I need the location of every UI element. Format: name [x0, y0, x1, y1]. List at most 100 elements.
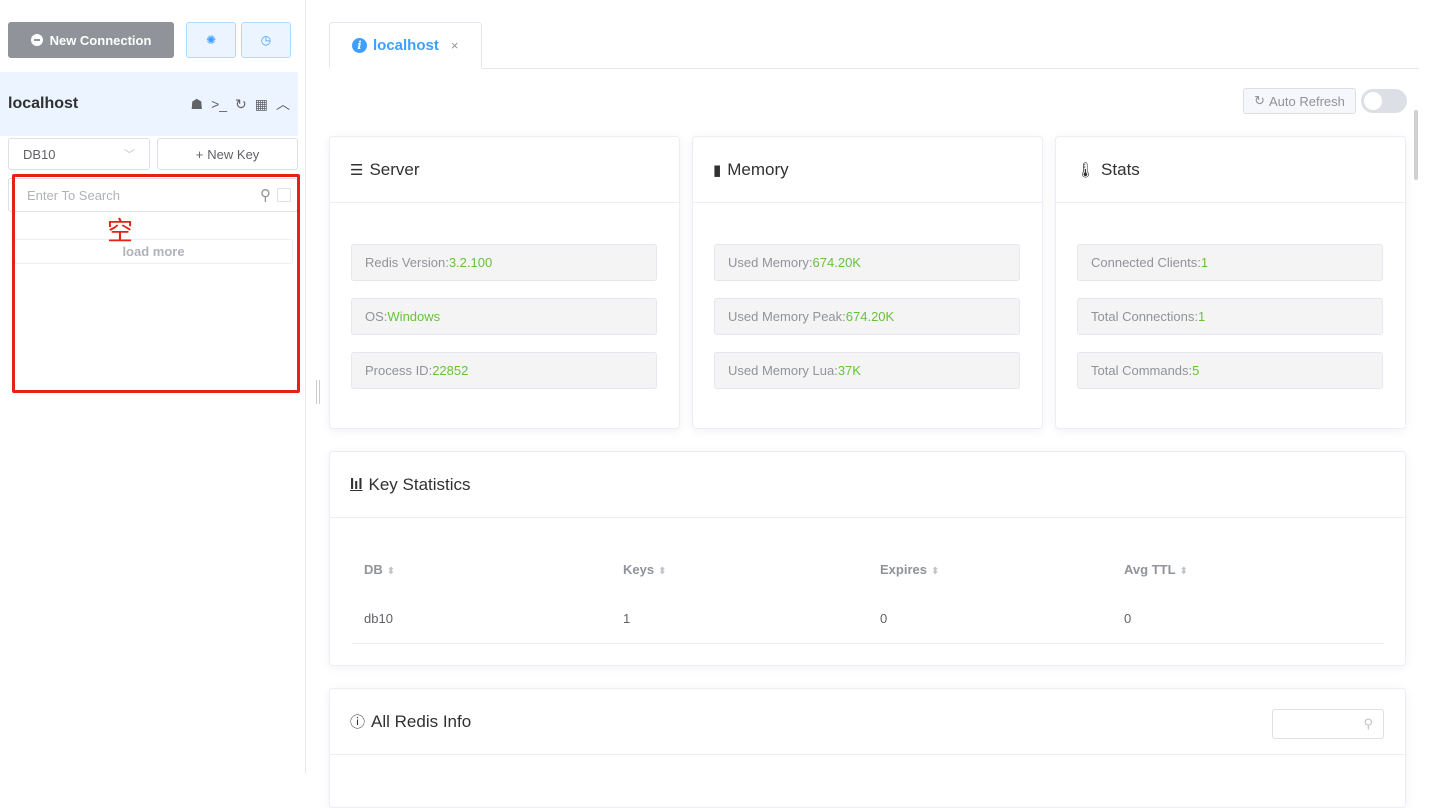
stat-redis-version: Redis Version: 3.2.100	[351, 244, 657, 281]
new-key-button[interactable]: + New Key	[157, 138, 298, 170]
scrollbar[interactable]	[1414, 110, 1418, 180]
sort-icon: ⬍	[930, 565, 940, 577]
stat-value: Windows	[387, 309, 441, 324]
terminal-icon[interactable]: >_	[211, 96, 227, 112]
stats-title: Stats	[1101, 159, 1140, 179]
refresh-icon[interactable]: ↻	[235, 96, 247, 113]
connection-actions: ☗ >_ ↻ ▦ ︿	[191, 94, 291, 114]
search-icon[interactable]: ⚲	[260, 186, 271, 204]
connection-header[interactable]: localhost ☗ >_ ↻ ▦ ︿	[0, 72, 298, 136]
stat-label: Used Memory Lua:	[728, 363, 838, 378]
all-redis-info-card: ⓘ All Redis Info ⚲	[329, 688, 1406, 808]
info-search-input[interactable]: ⚲	[1272, 709, 1384, 739]
server-card: ☰ Server Redis Version: 3.2.100 OS: Wind…	[329, 136, 680, 429]
key-statistics-table: DB ⬍ Keys ⬍ Expires ⬍ Avg TTL ⬍ db10 1 0 0	[352, 544, 1384, 644]
stat-label: Redis Version:	[365, 255, 449, 270]
stat-value: 674.20K	[812, 255, 861, 270]
server-card-header: ☰ Server	[330, 137, 679, 203]
sidebar: New Connection ✺ ◷ localhost ☗ >_ ↻ ▦ ︿ …	[0, 0, 306, 773]
memory-chip-icon: ▮	[713, 161, 722, 179]
bar-chart-icon: lıl	[350, 476, 363, 493]
search-input[interactable]	[27, 187, 260, 203]
server-title: Server	[369, 159, 420, 179]
stat-label: Used Memory Peak:	[728, 309, 846, 324]
stat-label: Total Connections:	[1091, 309, 1198, 324]
sort-icon: ⬍	[386, 565, 396, 577]
empty-annotation: 空	[107, 217, 134, 247]
memory-card: ▮ Memory Used Memory: 674.20K Used Memor…	[692, 136, 1043, 429]
stat-value: 37K	[837, 363, 861, 378]
key-statistics-title: Key Statistics	[368, 474, 471, 494]
load-more-button[interactable]: load more	[14, 239, 293, 264]
stat-value: 1	[1197, 309, 1206, 324]
stat-label: Used Memory:	[728, 255, 813, 270]
stat-process-id: Process ID: 22852	[351, 352, 657, 389]
grid-icon[interactable]: ▦	[255, 96, 268, 113]
history-button[interactable]: ◷	[241, 22, 291, 58]
cell-db: db10	[364, 611, 393, 626]
auto-refresh-toggle[interactable]	[1361, 89, 1407, 113]
stat-total-connections: Total Connections: 1	[1077, 298, 1383, 335]
stat-os: OS: Windows	[351, 298, 657, 335]
sort-icon: ⬍	[1179, 565, 1188, 577]
column-header-avg-ttl[interactable]: Avg TTL ⬍	[1112, 562, 1384, 577]
chevron-up-icon[interactable]: ︿	[276, 94, 290, 114]
pane-resize-handle[interactable]	[316, 380, 320, 404]
key-statistics-header: lıl Key Statistics	[330, 452, 1405, 518]
new-key-label: New Key	[207, 146, 260, 162]
column-label: DB	[364, 561, 383, 577]
home-icon[interactable]: ☗	[191, 96, 204, 113]
close-icon[interactable]: ×	[451, 38, 459, 53]
stat-label: Connected Clients:	[1091, 255, 1201, 270]
stat-label: OS:	[365, 309, 388, 324]
clock-icon: ◷	[260, 33, 272, 47]
all-redis-info-title: All Redis Info	[371, 711, 472, 731]
sort-icon: ⬍	[658, 565, 667, 577]
db-select[interactable]: DB10 ﹀	[8, 138, 150, 170]
settings-button[interactable]: ✺	[186, 22, 236, 58]
toggle-knob	[1364, 92, 1382, 110]
all-redis-info-header: ⓘ All Redis Info	[330, 689, 1405, 755]
stat-value: 3.2.100	[448, 255, 493, 270]
new-connection-button[interactable]: New Connection	[8, 22, 174, 58]
thermometer-icon: 🌡	[1076, 161, 1096, 179]
key-statistics-card: lıl Key Statistics DB ⬍ Keys ⬍ Expires ⬍ Av…	[329, 451, 1406, 666]
column-header-db[interactable]: DB ⬍	[352, 562, 611, 577]
stat-total-commands: Total Commands: 5	[1077, 352, 1383, 389]
tab-label: localhost	[373, 37, 439, 54]
gear-icon: ✺	[205, 33, 217, 47]
stat-used-memory-peak: Used Memory Peak: 674.20K	[714, 298, 1020, 335]
memory-title: Memory	[727, 159, 789, 179]
search-icon: ⚲	[1363, 716, 1373, 731]
stats-card-header: 🌡 Stats	[1056, 137, 1405, 203]
tab-localhost[interactable]: i localhost ×	[329, 22, 482, 69]
db-select-value: DB10	[23, 146, 56, 162]
column-label: Expires	[880, 561, 927, 577]
connection-name: localhost	[8, 95, 79, 112]
info-circle-icon: ⓘ	[350, 714, 366, 731]
key-search: ⚲	[8, 178, 298, 212]
minus-circle-icon	[30, 34, 43, 46]
stat-connected-clients: Connected Clients: 1	[1077, 244, 1383, 281]
stat-label: Total Commands:	[1091, 363, 1193, 378]
column-header-keys[interactable]: Keys ⬍	[611, 562, 868, 577]
stat-used-memory: Used Memory: 674.20K	[714, 244, 1020, 281]
new-connection-label: New Connection	[49, 32, 152, 48]
stat-value: 22852	[432, 363, 469, 378]
table-header-row: DB ⬍ Keys ⬍ Expires ⬍ Avg TTL ⬍	[352, 544, 1384, 594]
tab-bar-line	[329, 68, 1419, 69]
stats-card: 🌡 Stats Connected Clients: 1 Total Conne…	[1055, 136, 1406, 429]
stat-value: 5	[1192, 363, 1200, 378]
column-header-expires[interactable]: Expires ⬍	[868, 562, 1112, 577]
stat-value: 1	[1200, 255, 1209, 270]
column-label: Avg TTL	[1124, 561, 1176, 577]
info-icon: i	[352, 38, 367, 53]
stat-used-memory-lua: Used Memory Lua: 37K	[714, 352, 1020, 389]
auto-refresh-button[interactable]: ↻ Auto Refresh	[1243, 88, 1356, 114]
exact-search-checkbox[interactable]	[277, 188, 291, 202]
server-icon: ☰	[350, 161, 364, 179]
table-row: db10 1 0 0	[352, 594, 1384, 644]
refresh-icon: ↻	[1254, 93, 1266, 108]
cell-avg-ttl: 0	[1124, 611, 1132, 626]
stat-label: Process ID:	[365, 363, 433, 378]
